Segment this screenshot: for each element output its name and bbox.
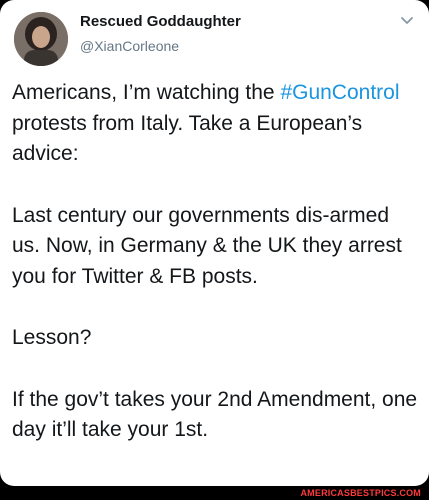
tweet-paragraph: Last century our governments dis-armed u… <box>12 203 402 288</box>
tweet-card: Rescued Goddaughter @XianCorleone Americ… <box>0 0 429 486</box>
tweet-paragraph: Americans, I’m watching the #GunControl … <box>12 78 422 170</box>
chevron-down-icon[interactable] <box>399 12 415 28</box>
tweet-paragraph: If the gov’t takes your 2nd Amendment, o… <box>12 387 418 442</box>
tweet-text-segment: Americans, I’m watching the <box>12 81 281 104</box>
tweet-text-segment: protests from Italy. Take a European’s a… <box>12 111 363 166</box>
tweet-paragraph: Lesson? <box>12 326 92 349</box>
profile-avatar[interactable] <box>14 12 68 66</box>
tweet-text: Americans, I’m watching the #GunControl … <box>12 78 422 446</box>
avatar-image <box>14 12 68 66</box>
hashtag-link[interactable]: #GunControl <box>280 81 399 104</box>
watermark: AMERICASBESTPICS.COM <box>300 488 421 498</box>
user-handle[interactable]: @XianCorleone <box>80 38 179 54</box>
display-name[interactable]: Rescued Goddaughter <box>80 13 241 30</box>
